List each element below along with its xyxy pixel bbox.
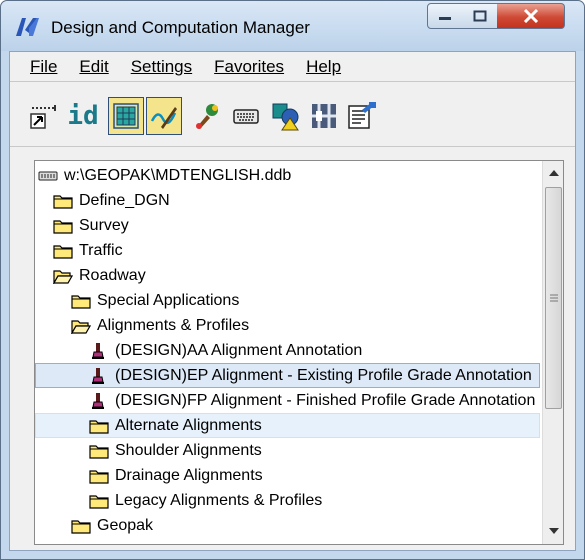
vertical-scrollbar[interactable] (542, 161, 563, 544)
draw-mode-icon (150, 107, 177, 129)
folder-closed-icon (53, 242, 75, 260)
folder-closed-icon (89, 492, 111, 510)
close-button[interactable] (497, 3, 565, 29)
tree-item-label: Survey (79, 216, 129, 234)
tree-item-pen-table[interactable]: (DESIGN)AA Alignment Annotation (35, 338, 540, 363)
folder-closed-icon (89, 467, 111, 485)
scroll-down-icon (548, 528, 559, 534)
database-icon (38, 167, 60, 185)
dialog-icon (113, 103, 139, 129)
tree-item-label: w:\GEOPAK\MDTENGLISH.ddb (64, 166, 292, 184)
tree-item-folder[interactable]: Traffic (35, 238, 540, 263)
tree-item-folder[interactable]: Survey (35, 213, 540, 238)
tree-item-label: Drainage Alignments (115, 466, 263, 484)
menu-file[interactable]: File (30, 57, 57, 77)
tree-item-folder[interactable]: Define_DGN (35, 188, 540, 213)
id-button[interactable]: id (65, 97, 101, 135)
tree-item-label: (DESIGN)EP Alignment - Existing Profile … (115, 366, 532, 384)
folder-open-icon (71, 317, 93, 335)
tree-item-label: Legacy Alignments & Profiles (115, 491, 323, 509)
tree-item-pen-table[interactable]: (DESIGN)FP Alignment - Finished Profile … (35, 388, 540, 413)
tree-item-label: Geopak (97, 516, 154, 534)
tree-item-folder[interactable]: Drainage Alignments (35, 463, 540, 488)
minimize-icon (439, 17, 451, 20)
grip-icon (549, 294, 558, 302)
scroll-down-button[interactable] (544, 521, 563, 541)
id-icon: id (67, 101, 99, 131)
menu-edit-label: Edit (79, 56, 109, 76)
menu-help-label: Help (306, 56, 342, 76)
close-icon (523, 9, 538, 23)
menu-file-label: File (30, 56, 58, 76)
menu-bar: File Edit Settings Favorites Help (10, 52, 575, 82)
window-title: Design and Computation Manager (51, 18, 310, 37)
menu-favorites-label: Favorites (214, 56, 285, 76)
paint-icon (196, 104, 218, 129)
folder-closed-icon (53, 217, 75, 235)
folder-closed-icon (53, 192, 75, 210)
pen-item-icon (89, 342, 111, 360)
tree-item-folder[interactable]: Special Applications (35, 288, 540, 313)
tree-item-label: Shoulder Alignments (115, 441, 262, 459)
folder-closed-icon (71, 292, 93, 310)
project-tree[interactable]: w:\GEOPAK\MDTENGLISH.ddb Define_DGN Surv… (34, 160, 564, 545)
shapes-icon (272, 103, 299, 131)
tree-item-folder[interactable]: Shoulder Alignments (35, 438, 540, 463)
tree-item-database[interactable]: w:\GEOPAK\MDTENGLISH.ddb (35, 163, 540, 188)
grid-button[interactable] (306, 97, 342, 135)
maximize-button[interactable] (462, 3, 498, 29)
keyboard-button[interactable] (228, 97, 264, 135)
place-element-button[interactable] (26, 97, 62, 135)
menu-settings-label: Settings (130, 56, 193, 76)
tree-item-label: Alignments & Profiles (97, 316, 250, 334)
keyboard-icon (233, 109, 259, 124)
tree-item-label: Define_DGN (79, 191, 170, 209)
menu-help[interactable]: Help (306, 57, 341, 77)
tree-item-label: Special Applications (97, 291, 240, 309)
app-logo-icon (16, 18, 39, 36)
tree-item-label: Alternate Alignments (115, 416, 262, 434)
client-area: File Edit Settings Favorites Help id w:\… (9, 51, 576, 551)
tree-item-folder-hover[interactable]: Alternate Alignments (35, 413, 540, 438)
scroll-up-button[interactable] (544, 163, 563, 183)
tree-item-folder[interactable]: Geopak (35, 513, 540, 538)
pen-item-icon (89, 392, 111, 410)
dialog-button[interactable] (108, 97, 144, 135)
toolbar: id (10, 83, 575, 147)
tree-item-label: Traffic (79, 241, 123, 259)
shapes-button[interactable] (268, 97, 304, 135)
tree-item-label: (DESIGN)FP Alignment - Finished Profile … (115, 391, 536, 409)
properties-icon (348, 102, 376, 129)
scroll-up-icon (548, 170, 559, 176)
scroll-thumb[interactable] (545, 187, 562, 409)
title-bar[interactable]: Design and Computation Manager (1, 1, 584, 51)
paint-button[interactable] (190, 97, 226, 135)
menu-edit[interactable]: Edit (79, 57, 108, 77)
folder-closed-icon (89, 417, 111, 435)
tree-item-label: Roadway (79, 266, 146, 284)
maximize-icon (473, 10, 486, 22)
minimize-button[interactable] (427, 3, 463, 29)
tree-item-pen-table-selected[interactable]: (DESIGN)EP Alignment - Existing Profile … (35, 363, 540, 388)
menu-favorites[interactable]: Favorites (214, 57, 284, 77)
menu-settings[interactable]: Settings (131, 57, 192, 77)
draw-mode-button[interactable] (146, 97, 182, 135)
folder-open-icon (53, 267, 75, 285)
tree-item-folder[interactable]: Legacy Alignments & Profiles (35, 488, 540, 513)
folder-closed-icon (71, 517, 93, 535)
grid-icon (312, 104, 336, 128)
tree-item-label: (DESIGN)AA Alignment Annotation (115, 341, 363, 359)
properties-button[interactable] (344, 97, 380, 135)
tree-item-folder[interactable]: Alignments & Profiles (35, 313, 540, 338)
tree-item-folder[interactable]: Roadway (35, 263, 540, 288)
place-element-icon (30, 105, 56, 129)
folder-closed-icon (89, 442, 111, 460)
app-window: Design and Computation Manager File Edit… (0, 0, 585, 560)
pen-item-icon (89, 367, 111, 385)
